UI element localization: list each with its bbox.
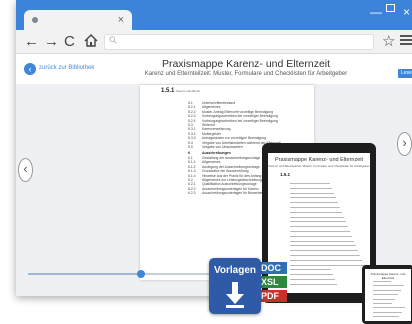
toc-number: 5.5 <box>188 145 193 150</box>
maximize-button[interactable] <box>386 4 395 12</box>
tab-close-button[interactable]: × <box>118 13 124 27</box>
back-to-library-link[interactable]: zurück zur Bibliothek <box>39 65 94 71</box>
phone-text-line <box>373 307 405 309</box>
tablet-text-line <box>290 250 358 252</box>
tablet-text-line <box>290 192 334 194</box>
tablet-text-line <box>290 202 338 204</box>
reload-button[interactable]: C <box>64 33 75 51</box>
minimize-button[interactable]: — <box>370 3 382 21</box>
phone-text-line <box>373 289 401 291</box>
phone-screen: Praxismappe Karenz- und Elternzeit <box>365 269 411 321</box>
menu-icon[interactable] <box>400 35 412 47</box>
document-subtitle: Karenz und Elternteilzeit: Muster, Formu… <box>144 71 348 77</box>
phone-text-line <box>373 316 399 318</box>
tablet-text-line <box>290 245 356 247</box>
previous-page-button[interactable]: ‹ <box>18 158 33 182</box>
document-title: Praxismappe Karenz- und Elternzeit <box>161 58 331 70</box>
browser-tab[interactable]: × <box>24 10 132 30</box>
title-bar: × — × <box>16 0 412 30</box>
app-header: ‹ zurück zur Bibliothek Praxismappe Kare… <box>16 55 412 85</box>
toc-text: Ausschreibungsunterlagen für Bewerber <box>202 191 263 196</box>
phone-text-line <box>373 294 398 296</box>
address-bar[interactable] <box>104 34 374 50</box>
tablet-text-line <box>290 207 340 208</box>
bookmark-star-icon[interactable]: ☆ <box>382 32 395 50</box>
phone-text-line <box>373 311 402 313</box>
close-window-button[interactable]: × <box>403 3 410 21</box>
page-header: Karenz Handbuch <box>176 89 201 93</box>
tablet-text-line <box>290 187 332 189</box>
doc-format-label: DOC <box>259 262 287 274</box>
progress-fill <box>28 273 141 275</box>
tablet-text-line <box>290 197 336 199</box>
vorlagen-button[interactable]: Vorlagen <box>209 258 261 314</box>
toc-text: Vergabe von Urlaubszeiten <box>202 145 243 150</box>
progress-handle[interactable] <box>136 270 145 278</box>
tablet-text-line <box>290 235 352 237</box>
tablet-text-line <box>290 231 350 232</box>
back-arrow-icon[interactable]: ‹ <box>24 63 36 75</box>
tablet-text-line <box>290 240 354 242</box>
pdf-format-label: PDF <box>259 290 287 302</box>
tablet-text-line <box>290 255 360 256</box>
xsl-format-label: XSL <box>259 276 287 288</box>
phone-text-line <box>373 298 395 300</box>
tablet-text-line <box>290 216 344 218</box>
next-page-button[interactable]: › <box>397 132 412 156</box>
tablet-text-line <box>290 211 342 213</box>
download-icon <box>225 282 245 308</box>
forward-button[interactable]: → <box>44 33 59 51</box>
templates-badge[interactable]: DOC XSL PDF Vorlagen <box>209 258 303 316</box>
tablet-text-line <box>290 183 330 184</box>
tab-favicon-icon <box>32 17 38 23</box>
home-icon[interactable] <box>84 34 98 52</box>
vorlagen-label: Vorlagen <box>213 265 257 276</box>
phone-text-line <box>373 285 404 287</box>
tablet-text-line <box>290 221 346 223</box>
search-icon <box>109 36 117 47</box>
tablet-subtitle: Karenz und Elternteilzeit: Muster, Formu… <box>268 164 370 168</box>
back-button[interactable]: ← <box>24 33 39 51</box>
phone-title: Praxismappe Karenz- und Elternzeit <box>370 272 406 280</box>
page-number: 1.5.1 <box>161 88 175 94</box>
phone-device: Praxismappe Karenz- und Elternzeit <box>362 265 412 324</box>
toc-number: 6.2.3 <box>188 191 196 196</box>
phone-text-line <box>373 281 391 282</box>
tablet-text-line <box>290 226 348 228</box>
tablet-page-number: 1.5.1 <box>280 172 291 177</box>
browser-toolbar: ← → C ☆ <box>16 30 412 54</box>
read-button[interactable]: Lesen <box>398 69 412 78</box>
tablet-title: Praxismappe Karenz- und Elternzeit <box>274 157 364 163</box>
phone-text-line <box>373 303 392 304</box>
